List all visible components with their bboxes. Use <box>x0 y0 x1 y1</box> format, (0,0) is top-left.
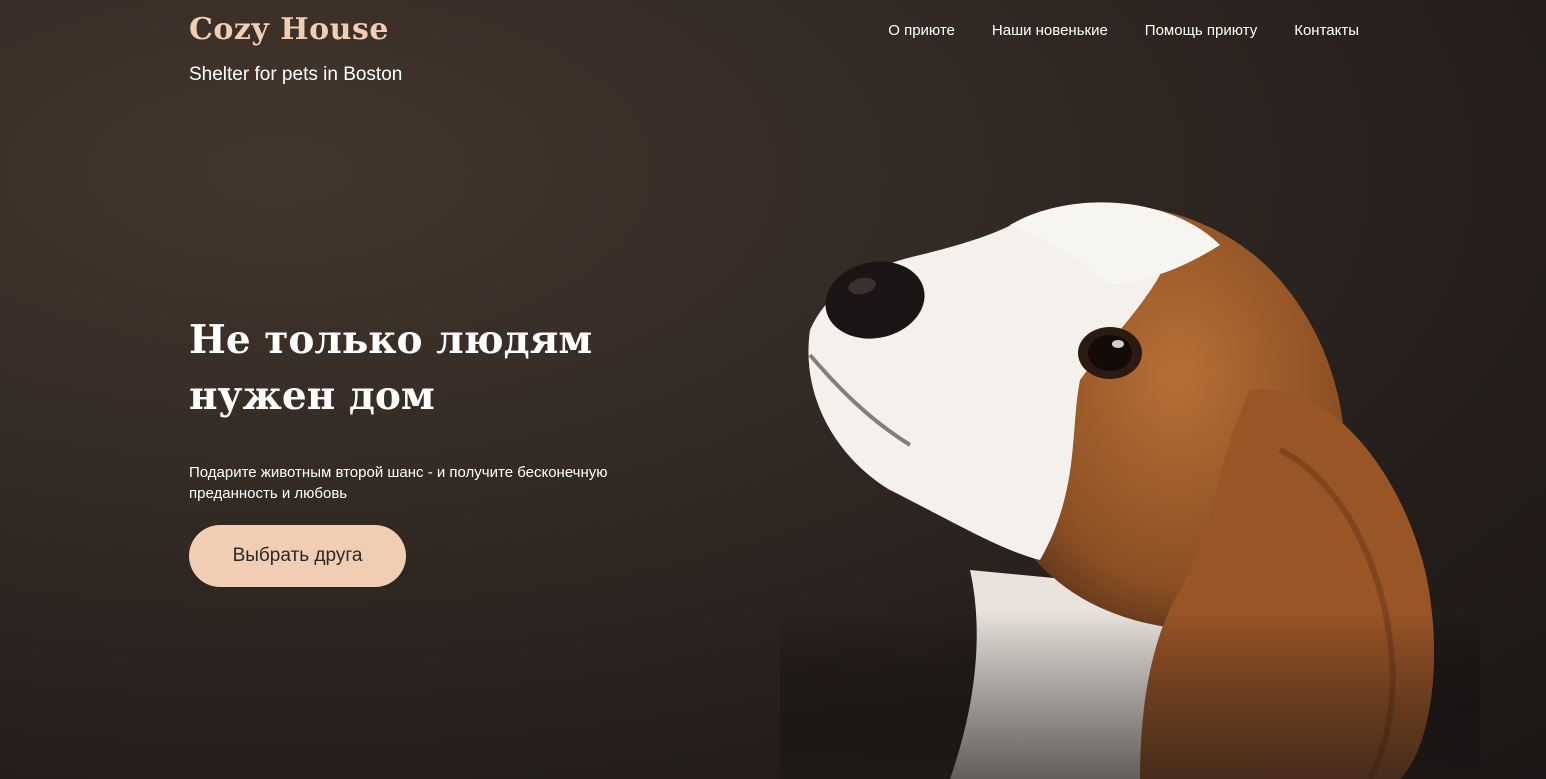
hero-title: Не только людям нужен дом <box>189 312 629 424</box>
nav-link-help-shelter[interactable]: Помощь приюту <box>1145 20 1257 42</box>
choose-friend-button[interactable]: Выбрать друга <box>189 525 406 587</box>
logo-title[interactable]: Cozy House <box>189 10 402 50</box>
logo[interactable]: Cozy House Shelter for pets in Boston <box>189 10 402 86</box>
logo-subtitle: Shelter for pets in Boston <box>189 64 403 85</box>
hero-description-line-2: преданность и любовь <box>189 485 348 502</box>
hero-title-line-2: нужен дом <box>189 373 435 419</box>
hero-section: Не только людям нужен дом Подарите живот… <box>189 312 629 504</box>
nav-link-about[interactable]: О приюте <box>888 20 955 42</box>
hero-description: Подарите животным второй шанс - и получи… <box>189 462 629 504</box>
main-nav: О приюте Наши новенькие Помощь приюту Ко… <box>888 20 1359 42</box>
beagle-puppy-image <box>780 202 1480 779</box>
hero-description-line-1: Подарите животным второй шанс - и получи… <box>189 464 608 481</box>
hero-title-line-1: Не только людям <box>189 317 593 363</box>
nav-link-our-pets[interactable]: Наши новенькие <box>992 20 1108 42</box>
nav-link-contacts[interactable]: Контакты <box>1294 20 1359 42</box>
